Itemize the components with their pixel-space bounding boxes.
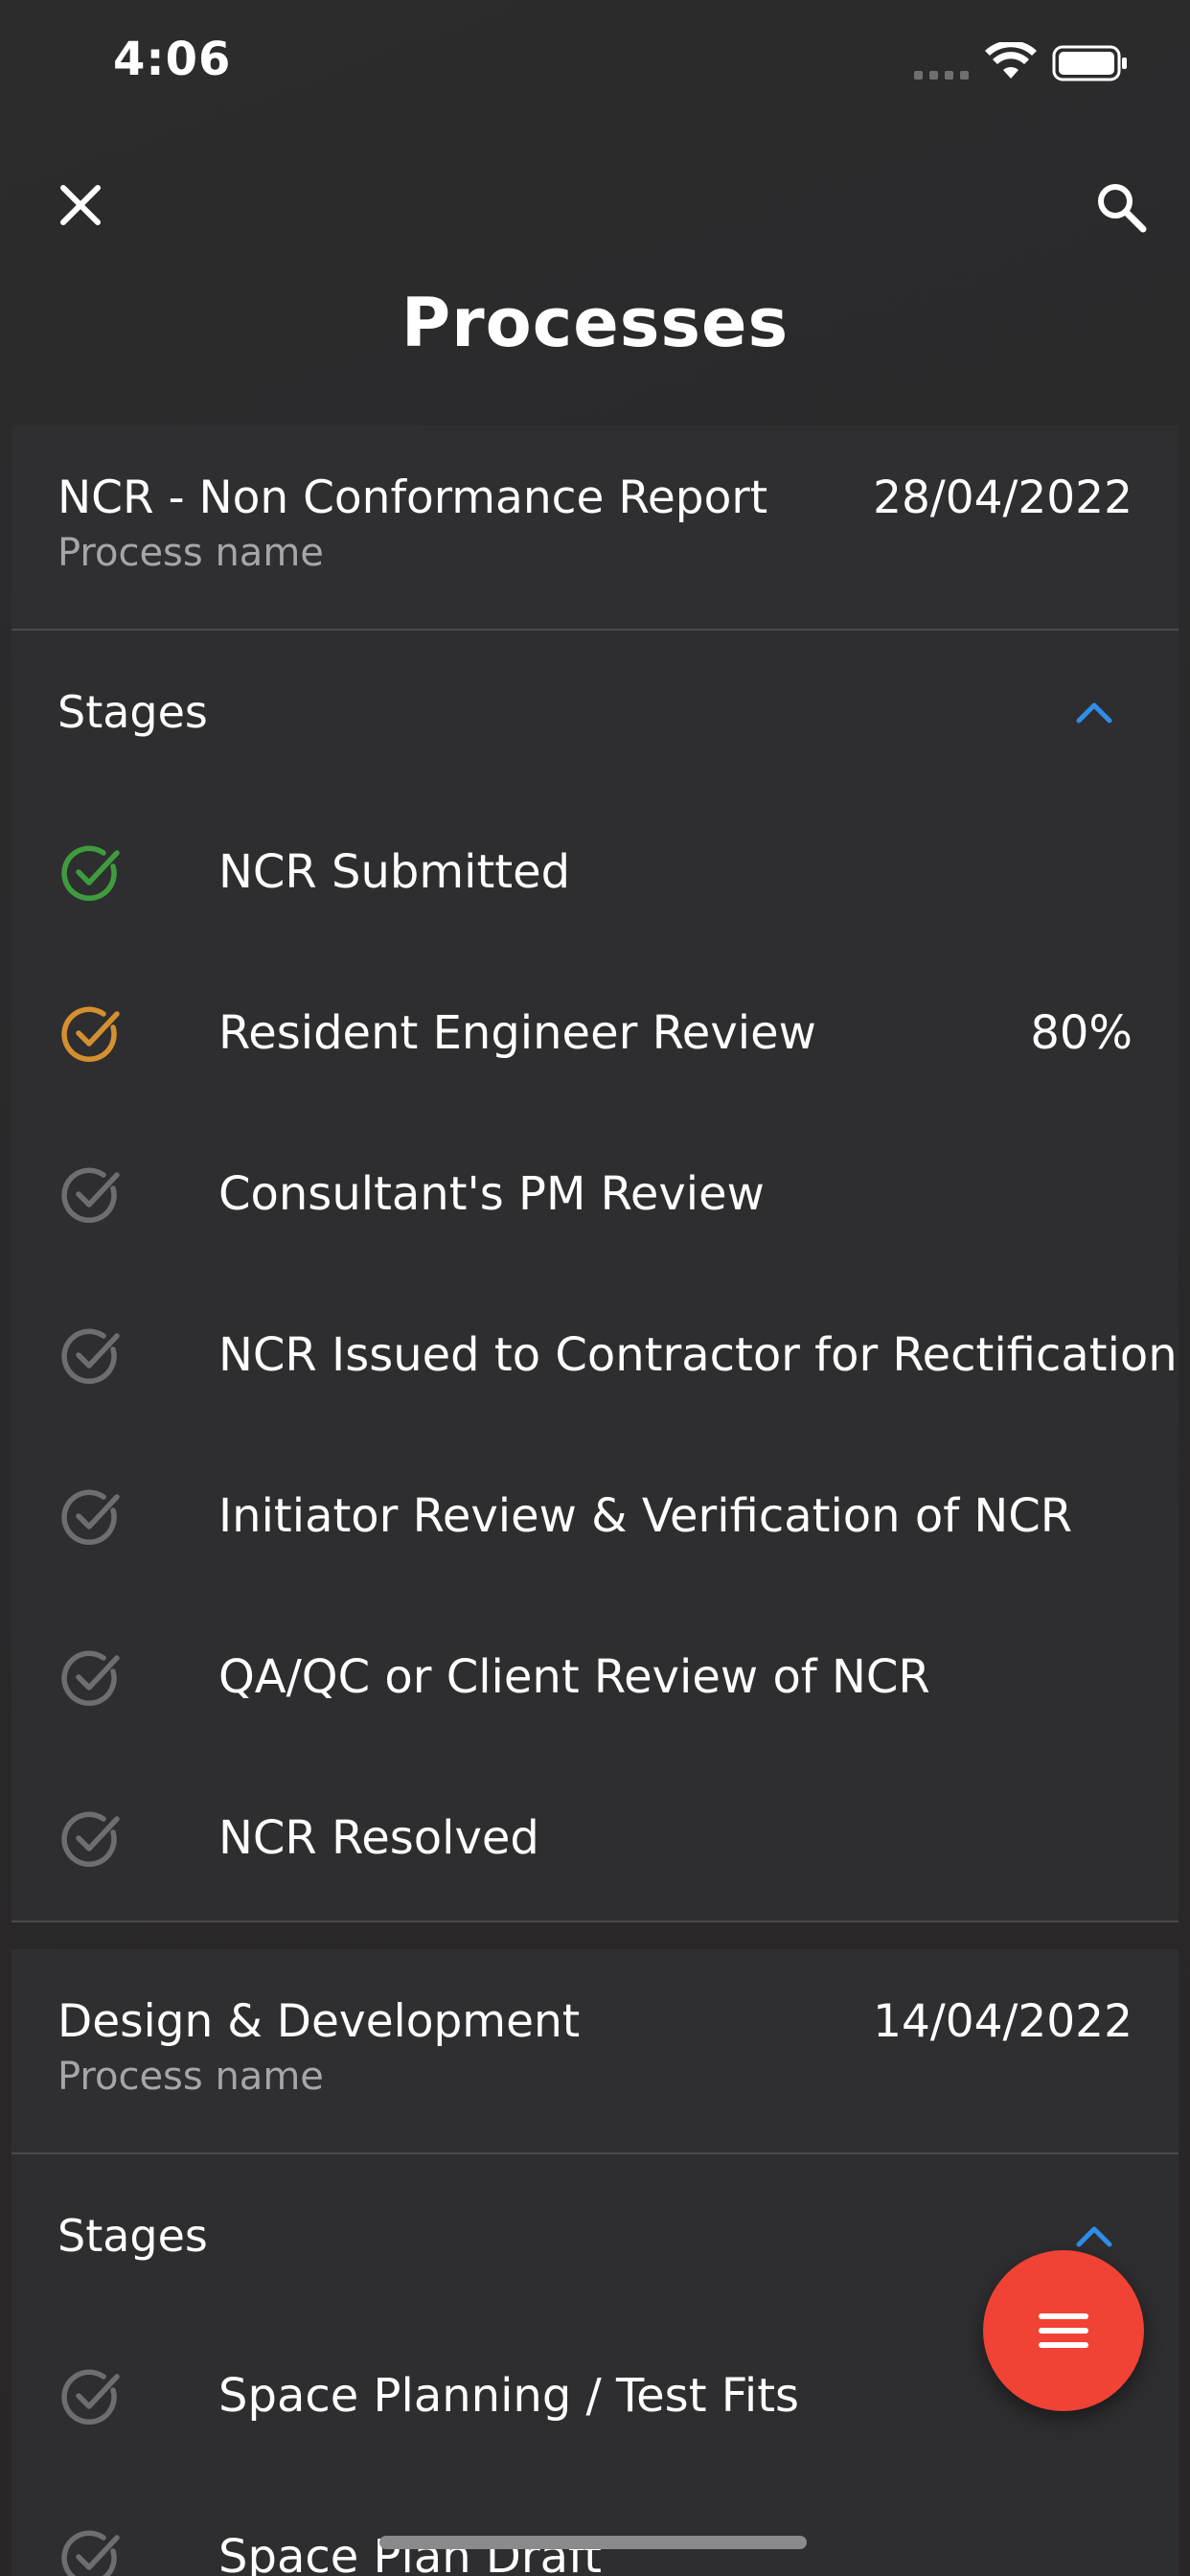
stage-row[interactable]: NCR Resolved	[11, 1760, 1179, 1920]
stage-percent: 80%	[1030, 1006, 1133, 1060]
process-card[interactable]: NCR - Non Conformance Report Process nam…	[11, 426, 1179, 1922]
menu-icon	[1039, 2313, 1088, 2348]
chevron-up-icon[interactable]	[1071, 694, 1117, 728]
search-icon	[1098, 184, 1147, 233]
process-date: 14/04/2022	[873, 1995, 1133, 2048]
screen: 4:06 Processes NCR - Non Conformance Rep…	[0, 0, 1190, 2576]
process-name: Design & Development	[57, 1995, 581, 2048]
process-card-header[interactable]: Design & Development Process name 14/04/…	[11, 1949, 1179, 2154]
stage-label: Consultant's PM Review	[218, 1167, 765, 1221]
stage-label: Space Planning / Test Fits	[218, 2369, 800, 2423]
stage-row[interactable]: NCR Issued to Contractor for Rectificati…	[11, 1276, 1179, 1438]
process-date: 28/04/2022	[873, 472, 1133, 524]
process-subtitle: Process name	[57, 2055, 324, 2099]
check-circle-icon	[61, 845, 120, 901]
chevron-up-icon[interactable]	[1071, 2218, 1117, 2252]
home-indicator[interactable]	[379, 2536, 807, 2549]
stage-label: Initiator Review & Verification of NCR	[218, 1489, 1073, 1543]
stages-label: Stages	[57, 2210, 208, 2262]
check-circle-icon	[61, 2369, 120, 2425]
stage-label: NCR Resolved	[218, 1811, 539, 1865]
close-icon	[60, 185, 101, 225]
stage-row[interactable]: Initiator Review & Verification of NCR	[11, 1438, 1179, 1598]
status-time: 4:06	[113, 33, 232, 86]
stage-label: Resident Engineer Review	[218, 1006, 816, 1060]
process-name: NCR - Non Conformance Report	[57, 472, 768, 524]
stage-row[interactable]: Space Plan Draft	[11, 2478, 1179, 2576]
battery-icon	[1052, 45, 1127, 81]
stage-row[interactable]: QA/QC or Client Review of NCR	[11, 1598, 1179, 1760]
stage-list: NCR Submitted Resident Engineer Review 8…	[11, 794, 1179, 1920]
stage-row[interactable]: Resident Engineer Review 80%	[11, 954, 1179, 1116]
check-circle-icon	[61, 1167, 120, 1223]
page-title: Processes	[400, 284, 790, 362]
check-circle-icon	[61, 1328, 120, 1384]
stage-row[interactable]: Consultant's PM Review	[11, 1116, 1179, 1276]
status-bar: 4:06	[0, 0, 1190, 126]
stage-label: QA/QC or Client Review of NCR	[218, 1650, 930, 1704]
check-circle-icon	[61, 1811, 120, 1867]
menu-fab-button[interactable]	[983, 2250, 1144, 2411]
stage-row[interactable]: NCR Submitted	[11, 794, 1179, 954]
stage-label: NCR Submitted	[218, 845, 571, 899]
search-button[interactable]	[1090, 176, 1152, 238]
cellular-signal-icon	[914, 69, 970, 82]
stage-label: NCR Issued to Contractor for Rectificati…	[218, 1328, 1178, 1382]
wifi-icon	[985, 42, 1037, 79]
close-button[interactable]	[52, 176, 109, 234]
process-subtitle: Process name	[57, 531, 324, 575]
check-circle-icon	[61, 1006, 120, 1062]
process-card-header[interactable]: NCR - Non Conformance Report Process nam…	[11, 426, 1179, 631]
stages-header[interactable]: Stages	[11, 631, 1179, 794]
check-circle-icon	[61, 1489, 120, 1545]
stages-label: Stages	[57, 686, 208, 738]
check-circle-icon	[61, 2530, 120, 2576]
process-card[interactable]: Design & Development Process name 14/04/…	[11, 1949, 1179, 2576]
check-circle-icon	[61, 1650, 120, 1706]
